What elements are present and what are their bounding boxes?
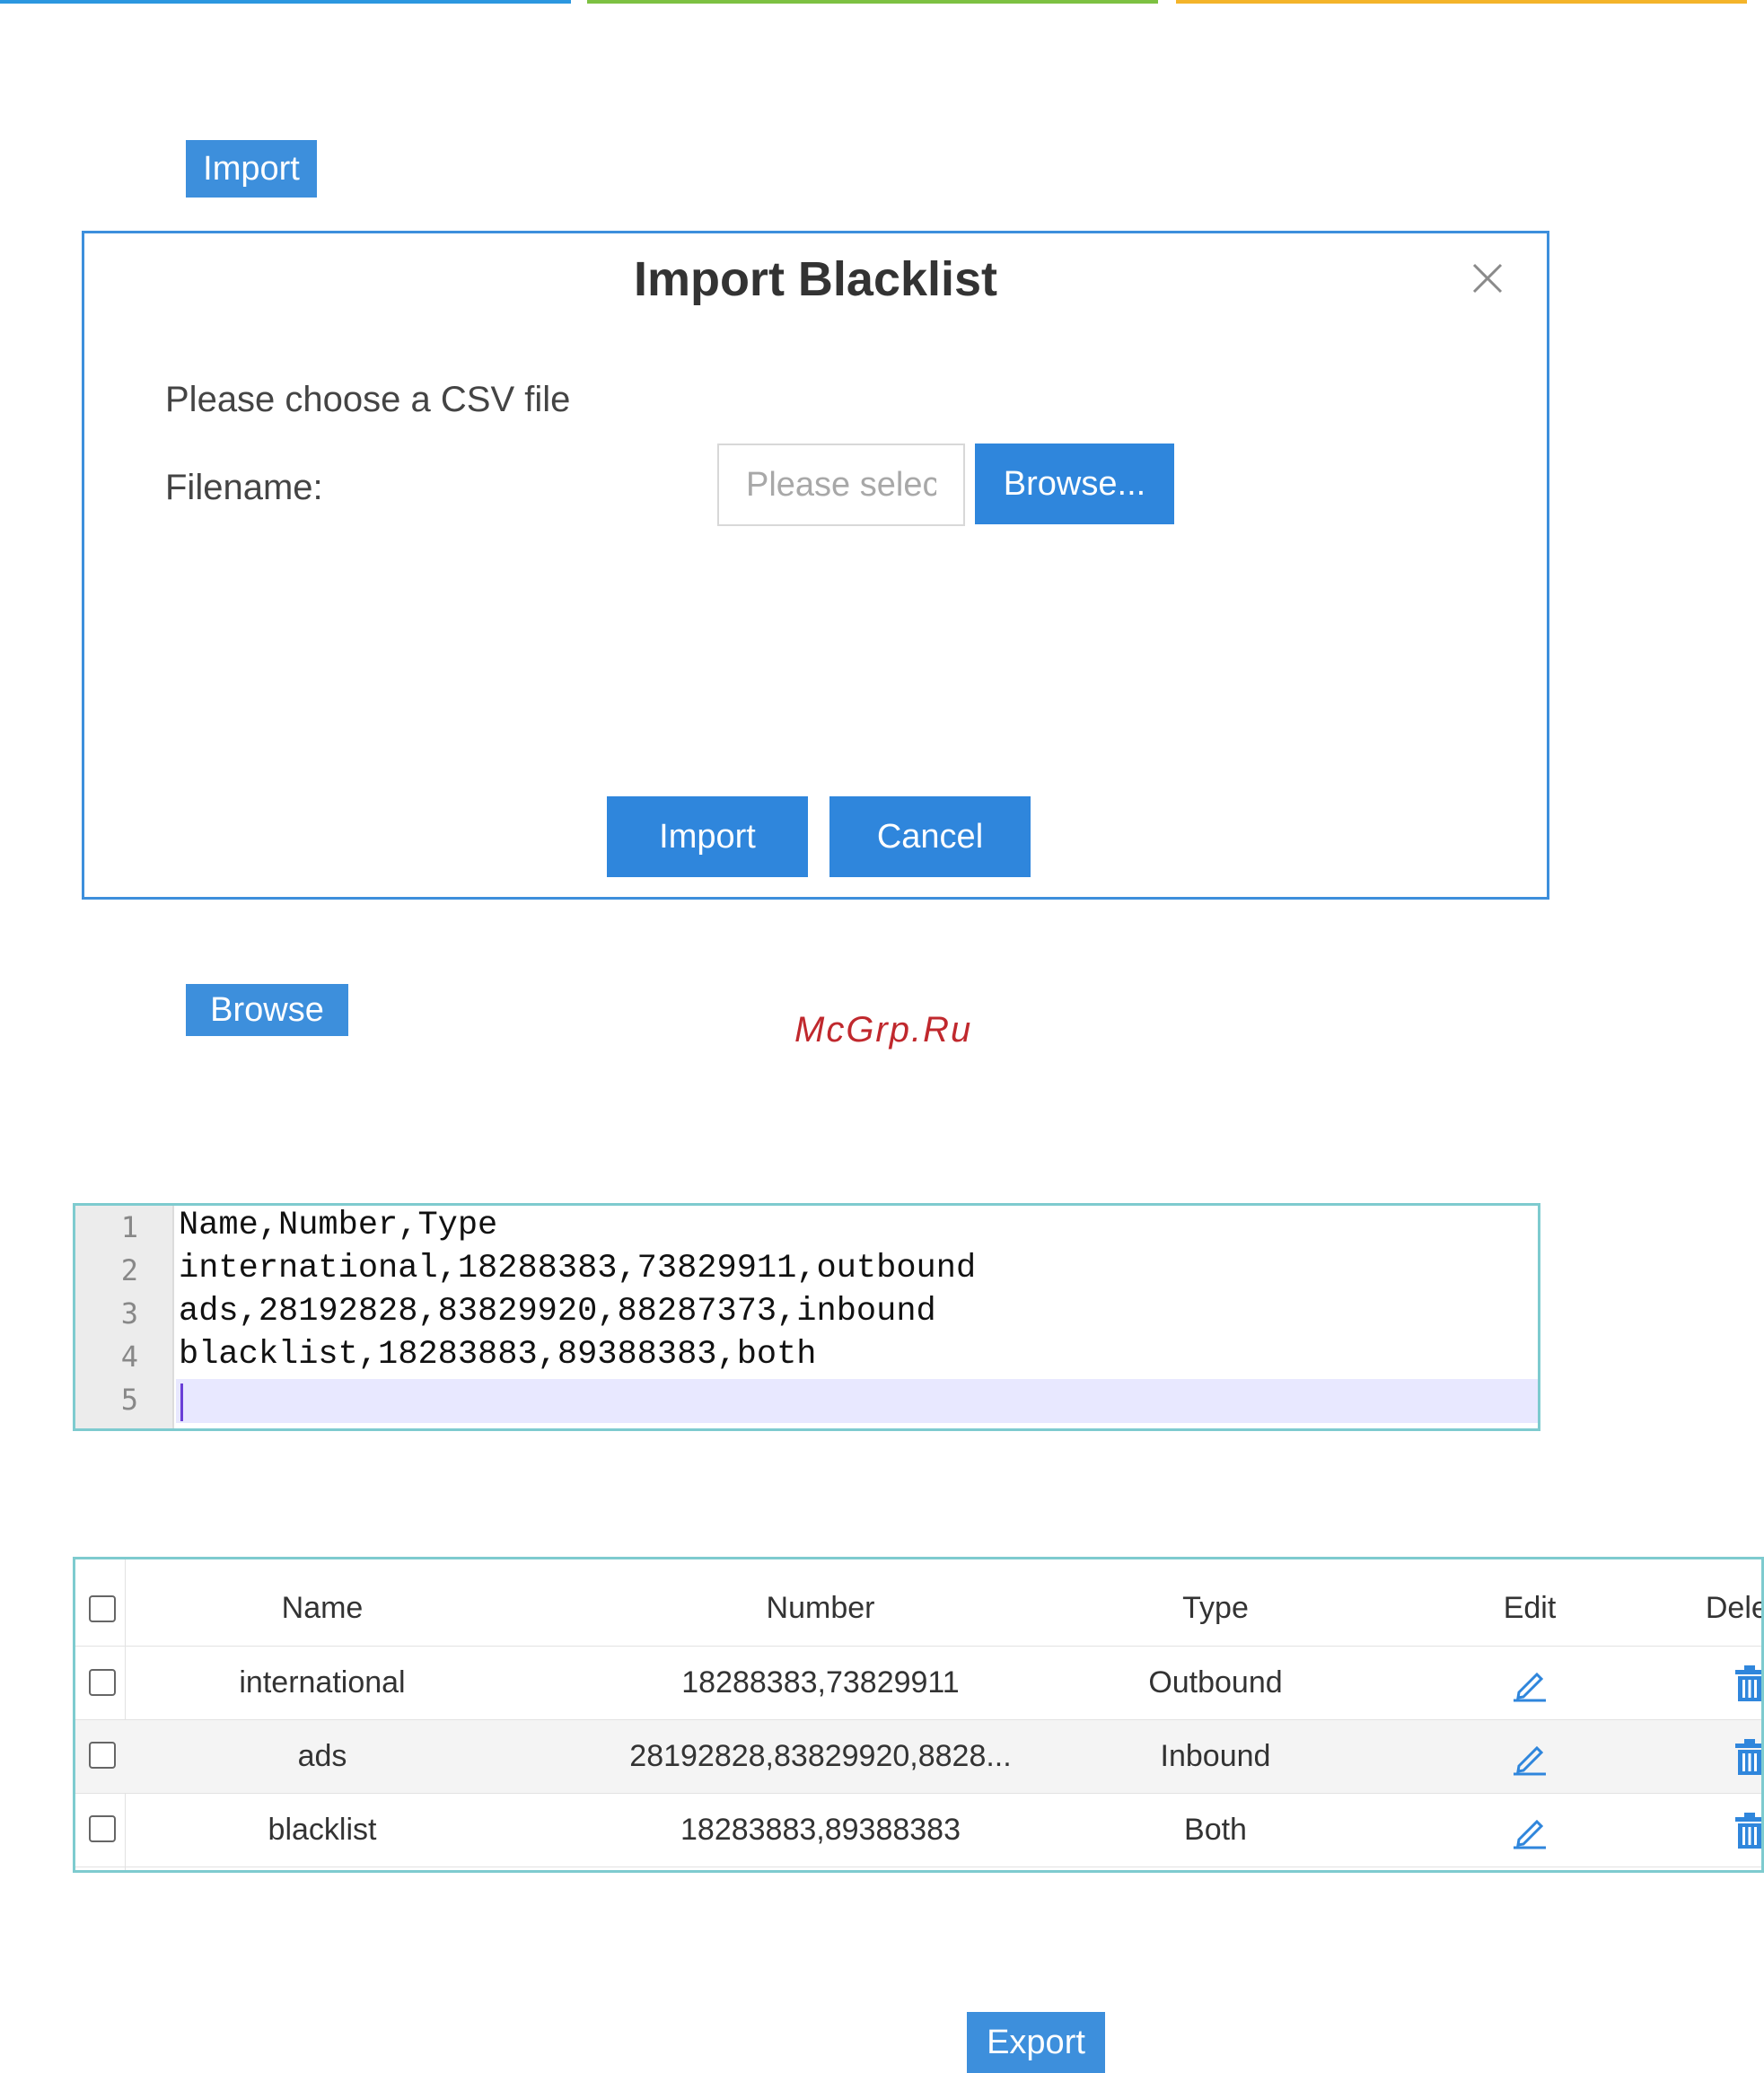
code-line: Name,Number,Type xyxy=(179,1207,498,1244)
text-cursor xyxy=(180,1383,183,1421)
table-row: ads 28192828,83829920,8828... Inbound xyxy=(75,1720,1761,1794)
code-line: blacklist,18283883,89388383,both xyxy=(179,1336,817,1374)
code-line: international,18288383,73829911,outbound xyxy=(179,1250,977,1287)
trash-icon[interactable] xyxy=(1660,1720,1761,1793)
line-number: 1 xyxy=(120,1210,138,1244)
line-number: 2 xyxy=(120,1253,138,1287)
dialog-prompt: Please choose a CSV file xyxy=(165,380,571,419)
header-number: Number xyxy=(766,1591,875,1625)
line-number: 3 xyxy=(120,1296,138,1331)
header-name: Name xyxy=(281,1591,364,1625)
active-line-highlight xyxy=(176,1379,1538,1423)
import-button[interactable]: Import xyxy=(186,140,317,198)
row-checkbox[interactable] xyxy=(89,1815,116,1842)
code-line: ads,28192828,83829920,88287373,inbound xyxy=(179,1293,936,1331)
row-number: 28192828,83829920,8828... xyxy=(629,1739,1012,1773)
watermark-text: McGrp.Ru xyxy=(794,1010,973,1050)
row-name: international xyxy=(239,1665,406,1700)
row-name: blacklist xyxy=(268,1813,377,1847)
export-button[interactable]: Export xyxy=(967,2012,1105,2073)
top-stripe-green xyxy=(587,0,1158,4)
import-blacklist-dialog: Import Blacklist Please choose a CSV fil… xyxy=(82,231,1549,900)
pencil-icon[interactable] xyxy=(1440,1720,1619,1793)
dialog-cancel-button[interactable]: Cancel xyxy=(829,796,1031,877)
row-type: Outbound xyxy=(1148,1665,1283,1700)
browse-button[interactable]: Browse xyxy=(186,984,348,1036)
trash-icon[interactable] xyxy=(1660,1794,1761,1867)
row-checkbox[interactable] xyxy=(89,1669,116,1696)
pencil-icon[interactable] xyxy=(1440,1794,1619,1867)
line-number: 5 xyxy=(120,1383,138,1417)
row-name: ads xyxy=(297,1739,347,1773)
filename-label: Filename: xyxy=(165,468,323,507)
dialog-import-button[interactable]: Import xyxy=(607,796,808,877)
trash-icon[interactable] xyxy=(1660,1647,1761,1719)
top-stripe-blue xyxy=(0,0,571,4)
line-number: 4 xyxy=(120,1340,138,1374)
table-row: international 18288383,73829911 Outbound xyxy=(75,1647,1761,1720)
row-checkbox[interactable] xyxy=(89,1742,116,1769)
row-number: 18288383,73829911 xyxy=(681,1665,960,1700)
pencil-icon[interactable] xyxy=(1440,1647,1619,1719)
csv-editor[interactable]: 1 2 3 4 5 Name,Number,Type international… xyxy=(73,1203,1540,1431)
top-stripe-orange xyxy=(1176,0,1747,4)
row-type: Inbound xyxy=(1160,1739,1271,1773)
header-type: Type xyxy=(1182,1591,1249,1625)
row-number: 18283883,89388383 xyxy=(680,1813,961,1847)
header-delete: Delete xyxy=(1705,1591,1761,1625)
table-row: blacklist 18283883,89388383 Both xyxy=(75,1794,1761,1867)
filename-input[interactable] xyxy=(717,444,965,526)
row-type: Both xyxy=(1184,1813,1247,1847)
blacklist-table: Name Number Type Edit Delete internation… xyxy=(73,1557,1764,1873)
dialog-title: Import Blacklist xyxy=(633,252,998,306)
table-header-row: Name Number Type Edit Delete xyxy=(75,1571,1761,1647)
browse-file-button[interactable]: Browse... xyxy=(975,444,1174,524)
close-icon[interactable] xyxy=(1471,262,1504,294)
header-edit: Edit xyxy=(1503,1591,1557,1625)
select-all-checkbox[interactable] xyxy=(89,1595,116,1622)
